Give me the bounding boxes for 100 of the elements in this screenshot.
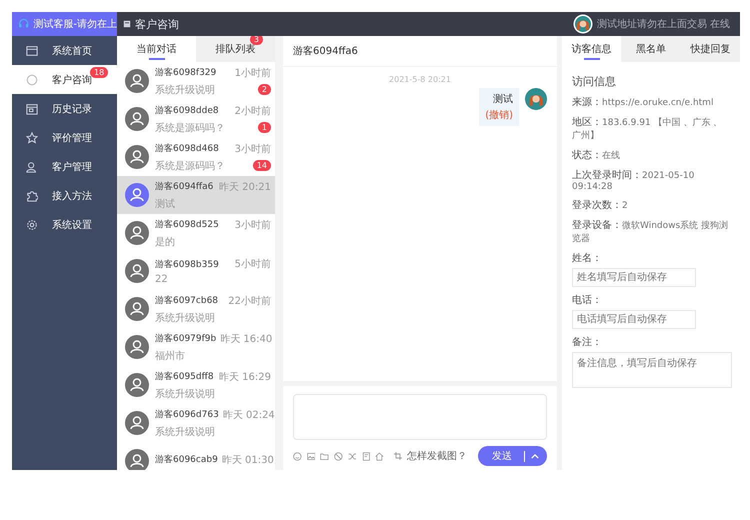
visitor-name: 游客6096cab9 bbox=[155, 454, 218, 466]
conversation-item[interactable]: 游客6096cab9 昨天 01:30 bbox=[117, 442, 275, 470]
ban-icon[interactable] bbox=[334, 450, 343, 462]
message-text: 测试 bbox=[493, 92, 513, 106]
user-avatar-icon bbox=[125, 69, 149, 93]
user-avatar-icon bbox=[125, 411, 149, 435]
unread-badge: 2 bbox=[258, 84, 271, 95]
message-time: 昨天 16:40 bbox=[220, 332, 272, 346]
message-preview: 福州市 bbox=[155, 350, 185, 362]
puzzle-icon bbox=[26, 190, 38, 202]
conversation-item[interactable]: 游客6095dff8 昨天 16:29 系统升级说明 bbox=[117, 366, 275, 404]
sidebar-item[interactable]: 接入方法 bbox=[12, 181, 117, 210]
notes-field[interactable]: 备注信息，填写后自动保存 bbox=[572, 352, 732, 388]
gear-icon bbox=[26, 218, 38, 230]
user-avatar-icon bbox=[125, 145, 149, 169]
conversation-item[interactable]: 游客6098d525 3小时前 是的 bbox=[117, 214, 275, 252]
info-line: 地区：183.6.9.91 【中国 、广东 、广州】 bbox=[572, 116, 724, 142]
window-icon bbox=[26, 44, 38, 56]
message-time: 昨天 01:30 bbox=[222, 454, 274, 466]
field-label: 姓名： bbox=[572, 252, 603, 265]
calendar-icon bbox=[26, 102, 38, 114]
message-time: 昨天 16:29 bbox=[219, 370, 271, 384]
sidebar-item[interactable]: 客户咨询 18 bbox=[12, 65, 117, 94]
message-timestamp: 2021-5-8 20:21 bbox=[388, 75, 452, 84]
user-avatar-icon bbox=[125, 297, 149, 321]
field-label: 电话： bbox=[572, 294, 603, 307]
message-time: 3小时前 bbox=[234, 218, 271, 232]
message-preview: 系统是源码吗？ bbox=[155, 122, 225, 134]
count-badge: 18 bbox=[90, 67, 108, 78]
visitor-name: 游客6096d763 bbox=[155, 408, 219, 421]
image-icon[interactable] bbox=[306, 450, 316, 462]
conversation-item[interactable]: 游客6096d763 昨天 02:24 系统升级说明 bbox=[117, 404, 275, 442]
user-avatar-icon bbox=[125, 183, 149, 207]
panel-tab[interactable]: 黑名单 bbox=[621, 36, 681, 62]
caret-icon bbox=[530, 454, 539, 458]
smiley-icon[interactable] bbox=[293, 450, 302, 462]
visitor-name: 游客6098d525 bbox=[155, 218, 219, 231]
count-badge: 3 bbox=[250, 36, 263, 45]
message-time: 1小时前 bbox=[234, 66, 271, 80]
message-preview: 系统是源码吗？ bbox=[155, 160, 225, 172]
message-time: 昨天 02:24 bbox=[222, 408, 275, 422]
info-line: 登录次数：2 bbox=[572, 199, 629, 212]
message-preview: 测试 bbox=[155, 198, 175, 210]
user-avatar-icon bbox=[125, 259, 149, 283]
info-line: 来源：https://e.oruke.cn/e.html bbox=[572, 96, 714, 109]
input-field[interactable]: 电话填写后自动保存 bbox=[572, 310, 696, 329]
field-label: 备注： bbox=[572, 336, 603, 349]
screenshot-help-link[interactable]: 怎样发截图？ bbox=[406, 449, 467, 463]
visitor-name: 游客6094ffa6 bbox=[155, 180, 214, 193]
page-title: 客户咨询 bbox=[135, 16, 179, 32]
star-icon bbox=[26, 132, 38, 144]
message-preview: 是的 bbox=[155, 236, 175, 248]
sidebar-item[interactable]: 评价管理 bbox=[12, 123, 117, 152]
user-avatar-icon bbox=[125, 335, 149, 359]
conversation-item[interactable]: 游客6098b359 5小时前 22 bbox=[117, 252, 275, 290]
message-preview: 系统升级说明 bbox=[155, 388, 215, 400]
user-icon bbox=[26, 160, 38, 172]
conversation-item[interactable]: 游客60979f9b 昨天 16:40 福州市 bbox=[117, 328, 275, 366]
conversation-item[interactable]: 游客6098d468 3小时前 系统是源码吗？ 14 bbox=[117, 138, 275, 176]
message-preview: 系统升级说明 bbox=[155, 312, 215, 324]
folder-icon[interactable] bbox=[320, 450, 330, 462]
agent-avatar bbox=[525, 88, 547, 110]
conversation-item[interactable]: 游客6094ffa6 昨天 20:21 测试 bbox=[117, 176, 275, 214]
message-input[interactable] bbox=[293, 394, 547, 440]
conversation-item[interactable]: 游客6097cb68 22小时前 系统升级说明 bbox=[117, 290, 275, 328]
panel-tab[interactable]: 快捷回复 bbox=[680, 36, 740, 62]
visitor-name: 游客6098dde8 bbox=[155, 104, 219, 117]
message-time: 3小时前 bbox=[234, 142, 271, 156]
crop-icon bbox=[394, 451, 402, 461]
visitor-name: 游客6098d468 bbox=[155, 142, 219, 155]
user-avatar-icon bbox=[125, 221, 149, 245]
conversation-item[interactable]: 游客6098f329 1小时前 系统升级说明 2 bbox=[117, 62, 275, 100]
sidebar-item[interactable]: 系统首页 bbox=[12, 36, 117, 65]
unread-badge: 14 bbox=[252, 160, 271, 171]
input-field[interactable]: 姓名填写后自动保存 bbox=[572, 268, 696, 287]
shuffle-icon[interactable] bbox=[348, 450, 357, 462]
message-preview: 系统升级说明 bbox=[155, 426, 215, 438]
sidebar-item[interactable]: 系统设置 bbox=[12, 210, 117, 239]
document-icon[interactable] bbox=[362, 450, 370, 462]
agent-status: 测试地址请勿在上面交易 在线 bbox=[596, 18, 730, 31]
visitor-name: 游客6095dff8 bbox=[155, 370, 214, 383]
chat-title: 游客6094ffa6 bbox=[283, 36, 557, 67]
info-line: 状态：在线 bbox=[572, 148, 621, 162]
info-line: 登录设备：微软Windows系统 搜狗浏览器 bbox=[572, 219, 730, 245]
list-tab[interactable]: 排队列表 3 bbox=[196, 36, 275, 62]
send-button[interactable]: 发送 bbox=[478, 446, 547, 466]
visitor-name: 游客6097cb68 bbox=[155, 294, 218, 307]
message-preview: 22 bbox=[155, 274, 168, 285]
house-icon[interactable] bbox=[375, 450, 384, 462]
conversation-item[interactable]: 游客6098dde8 2小时前 系统是源码吗？ 1 bbox=[117, 100, 275, 138]
user-avatar-icon bbox=[125, 373, 149, 397]
user-avatar-icon bbox=[125, 107, 149, 131]
sidebar-item[interactable]: 历史记录 bbox=[12, 94, 117, 123]
visitor-name: 游客6098b359 bbox=[155, 258, 219, 270]
document-icon bbox=[123, 20, 131, 28]
message-time: 22小时前 bbox=[228, 294, 271, 308]
message-time: 2小时前 bbox=[234, 104, 271, 118]
sidebar-item[interactable]: 客户管理 bbox=[12, 152, 117, 181]
unread-badge: 1 bbox=[258, 122, 271, 133]
info-line: 上次登录时间：2021-05-10 09:14:28 bbox=[572, 168, 696, 192]
